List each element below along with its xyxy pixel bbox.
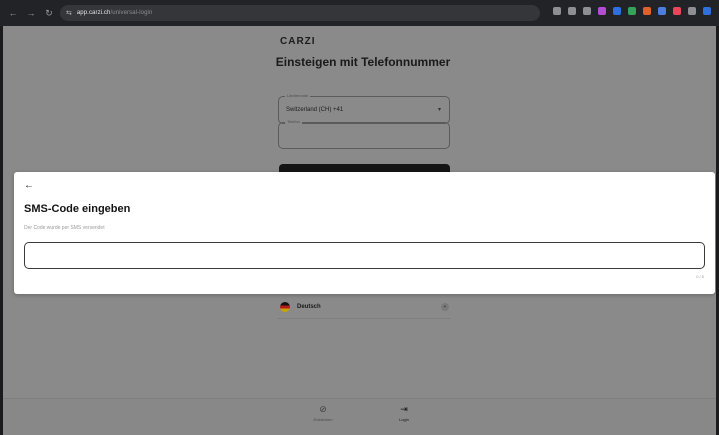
url-path: /universal-login <box>110 10 153 16</box>
extension-icon[interactable] <box>703 7 711 15</box>
country-code-select[interactable]: Ländercode Switzerland (CH) +41 ▾ <box>278 93 450 124</box>
extension-icon[interactable] <box>598 7 606 15</box>
country-code-label: Ländercode <box>285 93 311 98</box>
sms-code-input[interactable] <box>24 242 705 269</box>
phone-field[interactable]: Telefon <box>278 119 450 149</box>
compass-icon: ⊘ <box>319 404 327 414</box>
login-icon: ⇥ <box>400 404 408 414</box>
page-title: Einsteigen mit Telefonnummer <box>275 55 451 69</box>
language-toggle-icon[interactable]: + <box>441 303 449 311</box>
browser-toolbar: ← → ↻ ⇆ app.carzi.ch/universal-login <box>0 0 719 26</box>
language-label: Deutsch <box>297 303 321 310</box>
browser-window: ← → ↻ ⇆ app.carzi.ch/universal-login CAR… <box>0 0 719 435</box>
reload-icon[interactable]: ↻ <box>44 8 54 19</box>
url-host: app.carzi.ch <box>76 10 111 16</box>
url-text: app.carzi.ch/universal-login <box>77 10 153 16</box>
country-code-value: Switzerland (CH) +41 <box>286 107 344 113</box>
sms-code-dialog: ← SMS-Code eingeben Der Code wurde per S… <box>14 172 715 294</box>
address-bar[interactable]: ⇆ app.carzi.ch/universal-login <box>60 5 540 21</box>
extension-icon[interactable] <box>643 7 651 15</box>
nav-tab-login[interactable]: ⇥ Login <box>384 404 424 422</box>
nav-tab-label: Login <box>399 417 409 422</box>
language-selector[interactable]: Deutsch + <box>277 295 451 319</box>
chevron-down-icon: ▾ <box>437 107 441 113</box>
nav-tab-entdecken[interactable]: ⊘ Entdecken <box>303 404 343 422</box>
back-arrow-icon[interactable]: ← <box>24 180 34 191</box>
back-icon[interactable]: ← <box>8 8 18 18</box>
bottom-navigation: ⊘ Entdecken ⇥ Login <box>3 398 716 435</box>
site-settings-icon[interactable]: ⇆ <box>66 9 72 17</box>
extensions-bar <box>553 7 711 15</box>
extension-icon[interactable] <box>568 7 576 15</box>
german-flag-icon <box>280 301 290 312</box>
browser-nav: ← → ↻ <box>0 8 54 19</box>
forward-icon[interactable]: → <box>26 8 36 18</box>
character-counter: 0 / 6 <box>696 274 704 279</box>
dialog-title: SMS-Code eingeben <box>24 203 131 215</box>
extension-icon[interactable] <box>583 7 591 15</box>
extension-icon[interactable] <box>613 7 621 15</box>
dialog-subtitle: Der Code wurde per SMS versendet <box>24 225 105 231</box>
extension-icon[interactable] <box>688 7 696 15</box>
nav-tab-label: Entdecken <box>313 417 333 422</box>
phone-label: Telefon <box>285 119 302 124</box>
carzi-logo: CARZI <box>280 36 316 47</box>
extension-icon[interactable] <box>658 7 666 15</box>
extension-icon[interactable] <box>628 7 636 15</box>
extension-icon[interactable] <box>673 7 681 15</box>
extension-icon[interactable] <box>553 7 561 15</box>
